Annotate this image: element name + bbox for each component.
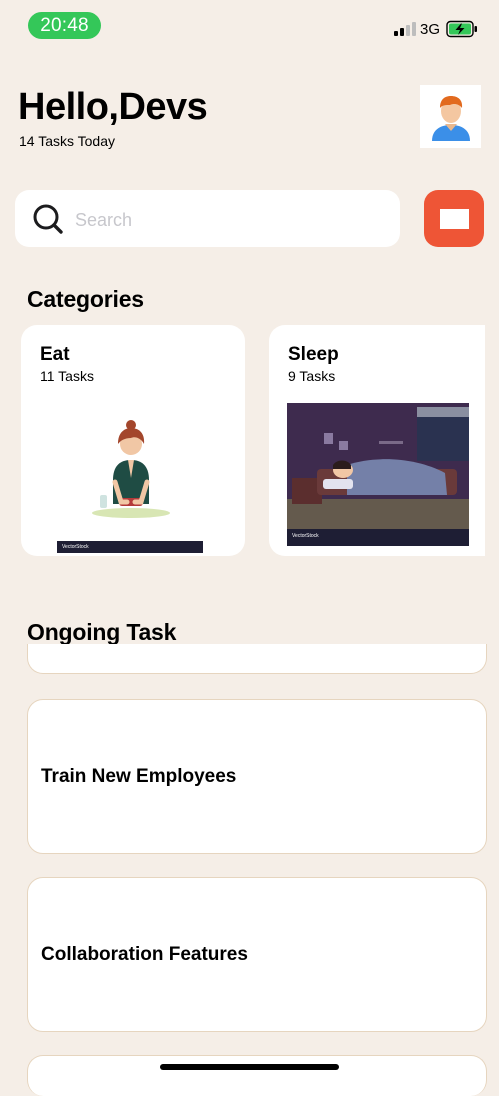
search-input[interactable] [73,200,387,240]
categories-heading: Categories [27,286,144,312]
watermark-logo: VectorStock [292,533,319,539]
home-indicator[interactable] [160,1064,339,1070]
filter-icon [439,208,469,229]
search-bar[interactable] [15,190,400,247]
ongoing-task-heading: Ongoing Task [27,619,177,645]
task-card[interactable]: Collaboration Features [27,877,487,1032]
sleeping-illustration [287,403,469,546]
category-task-count: 9 Tasks [288,368,336,384]
task-card-partial[interactable] [27,644,487,674]
battery-charging-icon [446,20,477,38]
filter-button[interactable] [424,190,484,247]
category-card-eat[interactable]: Eat 11 Tasks VectorStock [21,325,245,556]
cellular-signal-icon [394,22,416,36]
network-type: 3G [420,21,441,38]
category-title: Eat [40,344,70,365]
tasks-today-count: 14 Tasks Today [19,133,115,149]
search-icon [33,204,63,234]
category-task-count: 11 Tasks [40,368,94,384]
page-title: Hello,Devs [18,86,208,128]
avatar[interactable] [420,85,481,148]
user-avatar-icon [431,95,470,141]
status-time: 20:48 [28,12,101,39]
category-title: Sleep [288,344,339,365]
eating-illustration [92,420,170,518]
task-card-partial[interactable] [27,1055,487,1096]
watermark-logo: VectorStock [57,541,203,553]
task-card[interactable]: Train New Employees [27,699,487,854]
category-card-sleep[interactable]: Sleep 9 Tasks VectorStock [269,325,485,556]
task-title: Train New Employees [41,766,237,787]
task-title: Collaboration Features [41,944,248,965]
